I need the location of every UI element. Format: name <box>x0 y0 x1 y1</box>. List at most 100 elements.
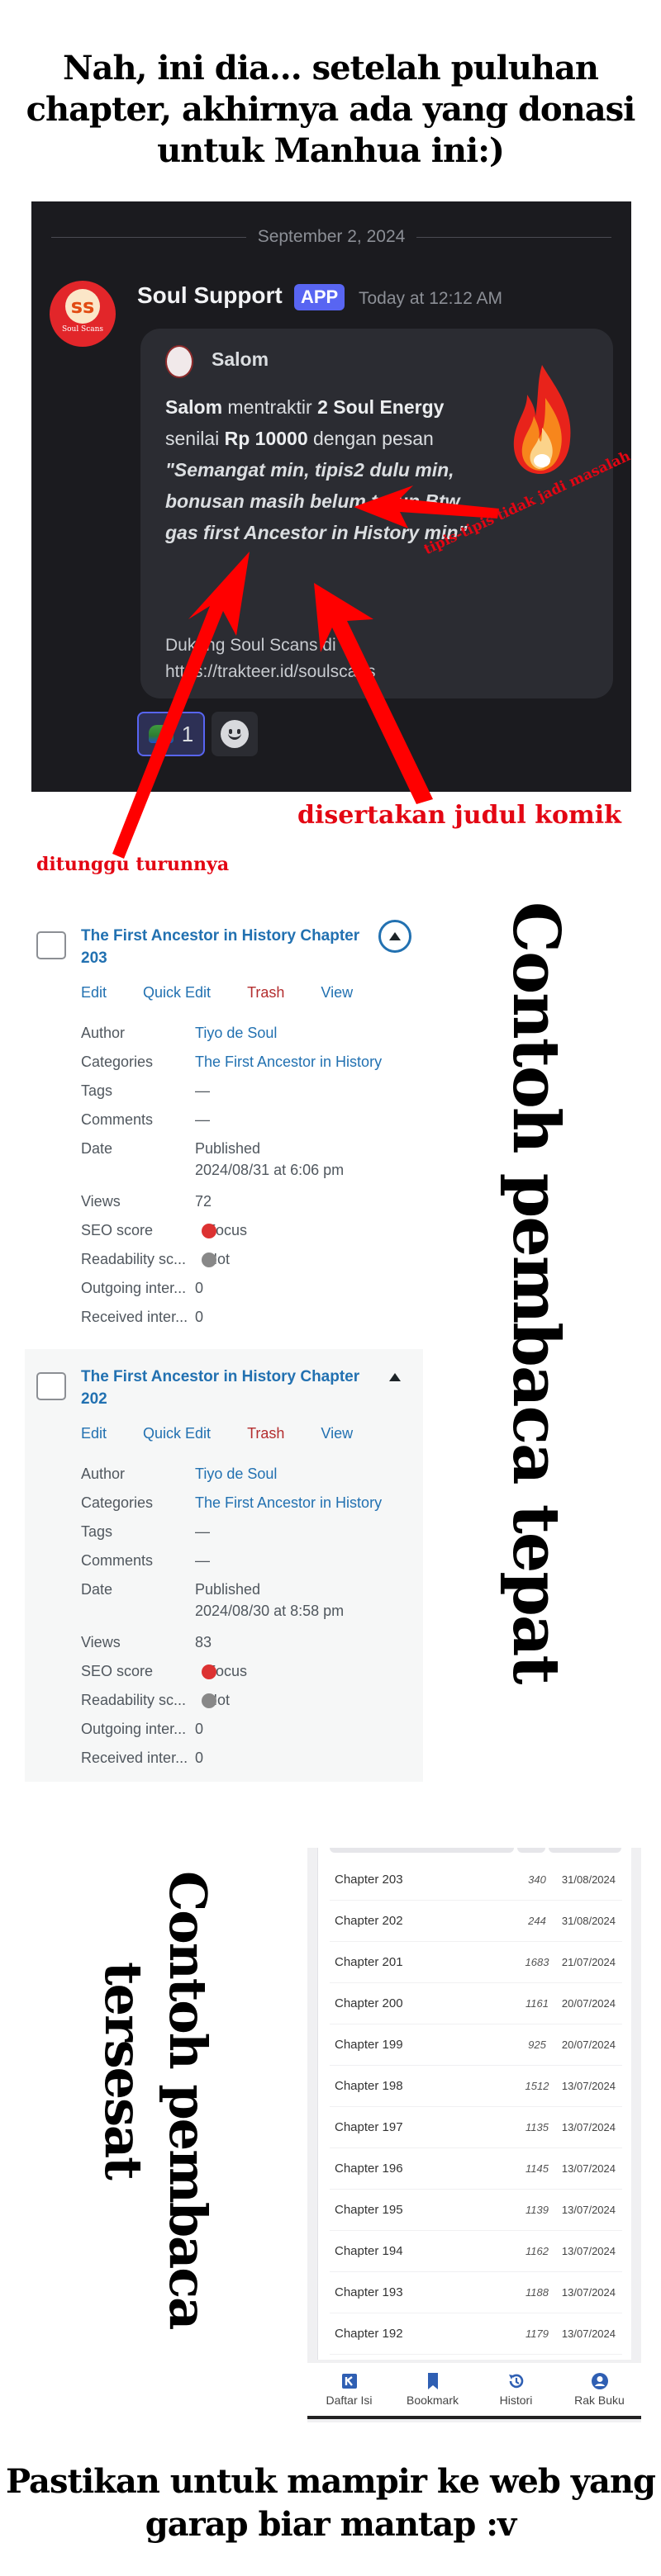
chapter-name: Chapter 194 <box>335 2244 403 2258</box>
chapter-views: 244 <box>528 1915 546 1927</box>
chapter-row[interactable]: Chapter 198 1512 13/07/2024 <box>330 2066 622 2107</box>
embed-author-avatar <box>165 345 193 378</box>
trash-link[interactable]: Trash <box>247 1425 284 1442</box>
post-list-item: The First Ancestor in History Chapter 20… <box>25 1349 423 1782</box>
chapter-views: 1161 <box>525 1997 549 2010</box>
quick-edit-link[interactable]: Quick Edit <box>143 1425 211 1442</box>
chapter-name: Chapter 193 <box>335 2285 403 2299</box>
soul-scans-logo-icon: ss <box>65 289 100 324</box>
chapter-row[interactable]: Chapter 197 1135 13/07/2024 <box>330 2107 622 2148</box>
chapter-views: 1683 <box>525 1956 549 1968</box>
chapter-row[interactable]: Chapter 193 1188 13/07/2024 <box>330 2272 622 2313</box>
body-text: senilai <box>165 428 225 449</box>
chapter-row[interactable]: Chapter 203 340 31/08/2024 <box>330 1859 622 1901</box>
view-link[interactable]: View <box>321 1425 353 1442</box>
embed-author: Salom <box>212 348 269 370</box>
post-select-checkbox[interactable] <box>36 931 66 959</box>
author-link[interactable]: Tiyo de Soul <box>195 1463 277 1492</box>
pepe-emoji-icon <box>148 725 174 743</box>
annotation-ditunggu: ditunggu turunnya <box>36 854 230 875</box>
chapter-row[interactable]: Chapter 200 1161 20/07/2024 <box>330 1983 622 2024</box>
chapter-date: 13/07/2024 <box>561 2327 616 2340</box>
caption-correct-readers: Contoh pembaca tepat <box>498 902 573 1683</box>
post-details: Author Tiyo de Soul Categories The First A… <box>81 1022 411 1335</box>
toggle-row-button[interactable] <box>378 920 411 953</box>
donation-message: "Semangat min, tipis2 dulu min, bonusan … <box>165 459 468 543</box>
edit-link[interactable]: Edit <box>81 984 107 1002</box>
category-link[interactable]: The First Ancestor in History <box>195 1051 382 1080</box>
quick-edit-link[interactable]: Quick Edit <box>143 984 211 1002</box>
date-value: 2024/08/31 at 6:06 pm <box>195 1162 345 1178</box>
chapter-date: 13/07/2024 <box>561 2204 616 2216</box>
nav-daftar-isi[interactable]: Daftar Isi <box>307 2363 391 2416</box>
field-seo: SEO score Focus <box>81 1222 248 1239</box>
reader-app-chapter-list: Chapter 203 340 31/08/2024 Chapter 202 244 31… <box>307 1848 641 2422</box>
chapter-views: 1512 <box>525 2080 549 2092</box>
chapter-date: 31/08/2024 <box>561 1915 616 1927</box>
chapter-row[interactable]: Chapter 194 1162 13/07/2024 <box>330 2231 622 2272</box>
fire-icon <box>513 365 571 474</box>
chapter-date: 13/07/2024 <box>561 2245 616 2257</box>
nav-bookmark[interactable]: Bookmark <box>391 2363 474 2416</box>
author-link[interactable]: Tiyo de Soul <box>195 1022 277 1051</box>
edit-link[interactable]: Edit <box>81 1425 107 1442</box>
field-author: Author Tiyo de Soul <box>81 1463 411 1492</box>
chapter-row[interactable]: Chapter 195 1139 13/07/2024 <box>330 2190 622 2231</box>
divider-line <box>51 236 246 238</box>
caption-line-1: Contoh pembaca <box>158 1871 218 2329</box>
post-title-link[interactable]: The First Ancestor in History Chapter 20… <box>81 925 362 969</box>
post-title-link[interactable]: The First Ancestor in History Chapter 20… <box>81 1366 362 1410</box>
chapter-row[interactable]: Chapter 199 925 20/07/2024 <box>330 2024 622 2066</box>
field-author: Author Tiyo de Soul <box>81 1022 411 1051</box>
chapter-name: Chapter 199 <box>335 2038 403 2052</box>
embed-footer[interactable]: Dukung Soul Scans di https://trakteer.id… <box>165 632 529 685</box>
trash-link[interactable]: Trash <box>247 984 284 1002</box>
chapter-name: Chapter 192 <box>335 2327 403 2341</box>
annotation-judul: disertakan judul komik <box>297 801 621 830</box>
embed-body: Salom mentraktir 2 Soul Energy senilai R… <box>165 391 471 548</box>
chapter-date: 13/07/2024 <box>561 2080 616 2092</box>
nav-label: Bookmark <box>406 2394 459 2407</box>
chapter-row[interactable]: Chapter 201 1683 21/07/2024 <box>330 1942 622 1983</box>
post-select-checkbox[interactable] <box>36 1372 66 1400</box>
field-outgoing: Outgoing inter... 0 <box>81 1280 204 1296</box>
smiley-icon <box>221 720 249 748</box>
message-timestamp: Today at 12:12 AM <box>359 289 502 308</box>
nav-rak-buku[interactable]: Rak Buku <box>558 2363 641 2416</box>
chapter-row[interactable]: Chapter 202 244 31/08/2024 <box>330 1901 622 1942</box>
chapter-views: 925 <box>528 2039 546 2051</box>
chapter-name: Chapter 201 <box>335 1955 403 1969</box>
bottom-navigation: Daftar Isi Bookmark Histori Rak Buku <box>307 2363 641 2419</box>
donation-embed: Salom Salom mentraktir 2 Soul Energy sen… <box>140 329 613 698</box>
category-link[interactable]: The First Ancestor in History <box>195 1492 382 1521</box>
field-categories: Categories The First Ancestor in History <box>81 1492 411 1521</box>
chapter-row[interactable]: Chapter 196 1145 13/07/2024 <box>330 2148 622 2190</box>
divider-line <box>416 236 611 238</box>
field-received: Received inter... 0 <box>81 1750 204 1766</box>
reaction-pepe[interactable]: 1 <box>137 712 205 756</box>
date-status: Published <box>195 1140 261 1157</box>
date-divider-label: September 2, 2024 <box>257 227 406 246</box>
post-details: Author Tiyo de Soul Categories The First A… <box>81 1463 411 1776</box>
nav-histori[interactable]: Histori <box>474 2363 558 2416</box>
chapter-row[interactable]: Chapter 192 1179 13/07/2024 <box>330 2313 622 2355</box>
row-actions: Edit Quick Edit Trash View <box>81 984 389 1002</box>
chapter-views: 1145 <box>525 2162 549 2175</box>
reaction-count: 1 <box>181 721 194 746</box>
bookmark-icon <box>427 2373 438 2389</box>
chapter-date: 13/07/2024 <box>561 2121 616 2133</box>
field-date: Date Published 2024/08/30 at 8:58 pm <box>81 1581 345 1619</box>
view-link[interactable]: View <box>321 984 353 1002</box>
field-views: Views 72 <box>81 1193 212 1210</box>
field-comments: Comments — <box>81 1111 210 1128</box>
date-status: Published <box>195 1581 261 1598</box>
username[interactable]: Soul Support <box>137 282 283 309</box>
avatar[interactable]: ss Soul Scans <box>50 281 116 347</box>
field-tags: Tags — <box>81 1523 210 1540</box>
field-readability: Readability sc... Not <box>81 1692 231 1709</box>
toggle-row-button[interactable] <box>378 1361 411 1394</box>
chapter-views: 340 <box>528 1873 546 1886</box>
add-reaction-button[interactable] <box>212 712 258 756</box>
table-of-contents-icon <box>341 2374 357 2389</box>
field-readability: Readability sc... Not <box>81 1251 231 1268</box>
